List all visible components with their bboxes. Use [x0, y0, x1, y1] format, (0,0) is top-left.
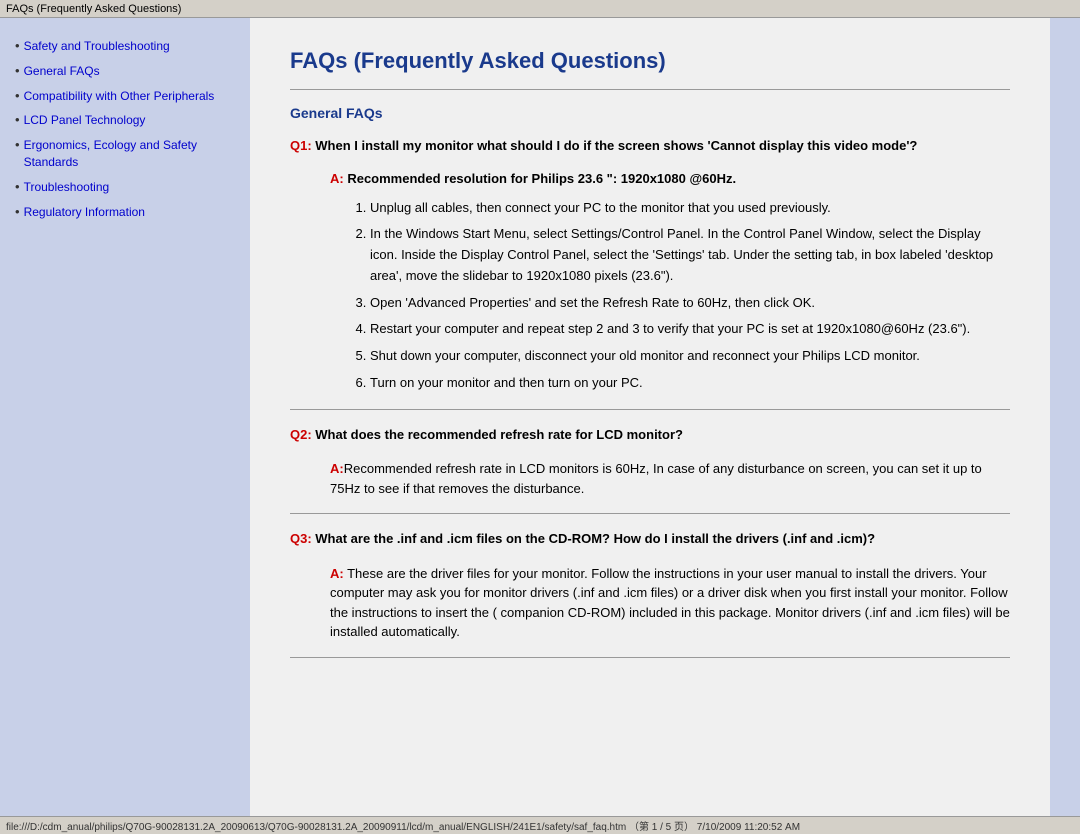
- q3-text: What are the .inf and .icm files on the …: [312, 531, 875, 546]
- nav-link-safety[interactable]: Safety and Troubleshooting: [24, 38, 170, 55]
- nav-item-troubleshooting: Troubleshooting: [15, 179, 235, 196]
- top-divider: [290, 89, 1010, 90]
- bottom-divider: [290, 657, 1010, 658]
- status-text: file:///D:/cdm_anual/philips/Q70G-900281…: [6, 818, 800, 833]
- nav-link-lcd[interactable]: LCD Panel Technology: [24, 112, 146, 129]
- list-item: Shut down your computer, disconnect your…: [370, 346, 1010, 367]
- title-bar: FAQs (Frequently Asked Questions): [0, 0, 1080, 18]
- nav-item-lcd: LCD Panel Technology: [15, 112, 235, 129]
- q3-answer: A: These are the driver files for your m…: [330, 564, 1010, 642]
- nav-link-regulatory[interactable]: Regulatory Information: [24, 204, 145, 221]
- q1-a-text: Recommended resolution for Philips 23.6 …: [344, 171, 736, 186]
- q1-a-label: A:: [330, 171, 344, 186]
- q1-text: When I install my monitor what should I …: [312, 138, 918, 153]
- question-1: Q1: When I install my monitor what shoul…: [290, 136, 1010, 156]
- content-area: FAQs (Frequently Asked Questions) Genera…: [250, 18, 1050, 816]
- list-item: Turn on your monitor and then turn on yo…: [370, 373, 1010, 394]
- q2-a-label: A:: [330, 461, 344, 476]
- status-bar: file:///D:/cdm_anual/philips/Q70G-900281…: [0, 816, 1080, 834]
- q2-text: What does the recommended refresh rate f…: [312, 427, 683, 442]
- list-item: Open 'Advanced Properties' and set the R…: [370, 293, 1010, 314]
- question-3: Q3: What are the .inf and .icm files on …: [290, 529, 1010, 549]
- nav-link-troubleshooting[interactable]: Troubleshooting: [24, 179, 110, 196]
- q2-label: Q2:: [290, 427, 312, 442]
- q3-label: Q3:: [290, 531, 312, 546]
- question-2: Q2: What does the recommended refresh ra…: [290, 425, 1010, 445]
- nav-link-general-faqs[interactable]: General FAQs: [24, 63, 100, 80]
- q3-a-text: These are the driver files for your moni…: [330, 566, 1010, 640]
- divider-after-q2: [290, 513, 1010, 514]
- nav-item-regulatory: Regulatory Information: [15, 204, 235, 221]
- q3-a-label: A:: [330, 566, 344, 581]
- nav-item-general-faqs: General FAQs: [15, 63, 235, 80]
- q1-answer-list: Unplug all cables, then connect your PC …: [370, 198, 1010, 394]
- nav-item-compatibility: Compatibility with Other Peripherals: [15, 88, 235, 105]
- q1-answer-bold: A: Recommended resolution for Philips 23…: [330, 171, 1010, 186]
- list-item: In the Windows Start Menu, select Settin…: [370, 224, 1010, 286]
- list-item: Restart your computer and repeat step 2 …: [370, 319, 1010, 340]
- q2-a-text: Recommended refresh rate in LCD monitors…: [330, 461, 982, 496]
- nav-link-ergonomics[interactable]: Ergonomics, Ecology and Safety Standards: [24, 137, 235, 171]
- left-panel: Safety and Troubleshooting General FAQs …: [0, 18, 250, 816]
- nav-link-compatibility[interactable]: Compatibility with Other Peripherals: [24, 88, 215, 105]
- q1-label: Q1:: [290, 138, 312, 153]
- nav-list: Safety and Troubleshooting General FAQs …: [15, 38, 235, 220]
- title-bar-text: FAQs (Frequently Asked Questions): [6, 3, 181, 15]
- right-panel: [1050, 18, 1080, 816]
- divider-after-q1: [290, 409, 1010, 410]
- q2-answer: A:Recommended refresh rate in LCD monito…: [330, 459, 1010, 498]
- main-container: Safety and Troubleshooting General FAQs …: [0, 18, 1080, 816]
- section-title: General FAQs: [290, 105, 1010, 121]
- list-item: Unplug all cables, then connect your PC …: [370, 198, 1010, 219]
- nav-item-ergonomics: Ergonomics, Ecology and Safety Standards: [15, 137, 235, 171]
- page-title: FAQs (Frequently Asked Questions): [290, 48, 1010, 74]
- nav-item-safety: Safety and Troubleshooting: [15, 38, 235, 55]
